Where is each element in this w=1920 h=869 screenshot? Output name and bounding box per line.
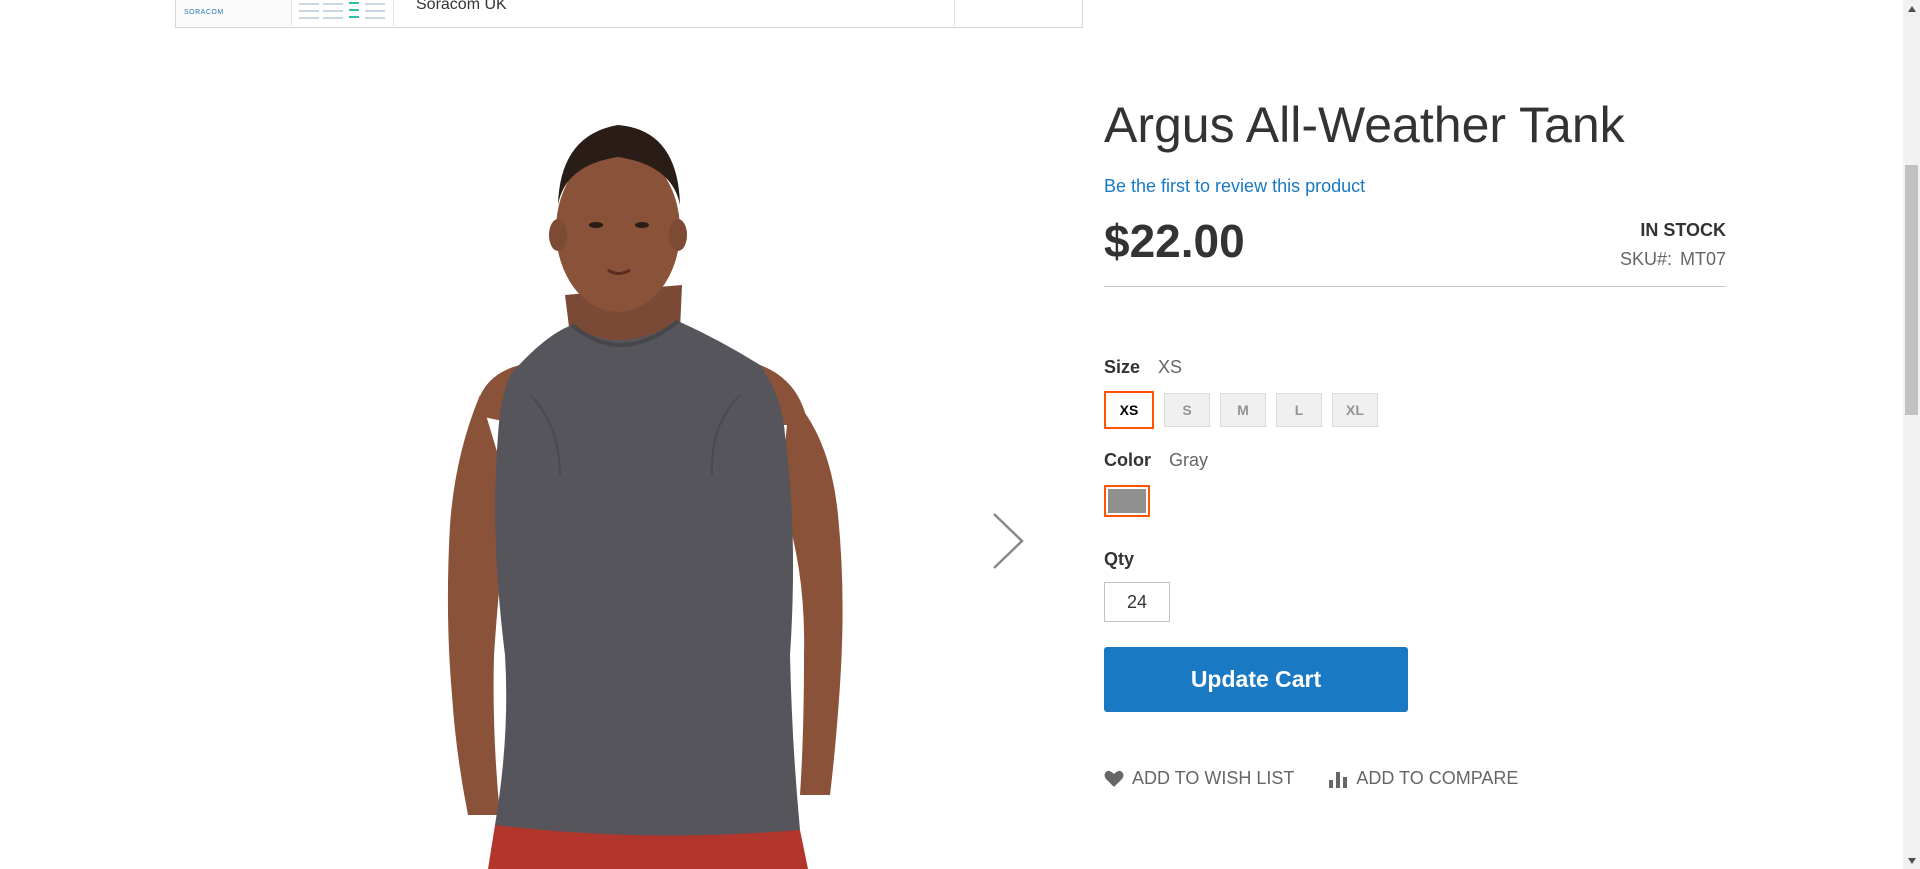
scrollbar-thumb[interactable] bbox=[1905, 165, 1918, 415]
ad-logo-box: SORACOM bbox=[176, 0, 292, 26]
color-label: Color Gray bbox=[1104, 450, 1208, 471]
heart-icon bbox=[1104, 770, 1124, 787]
stock-status: In stock bbox=[1640, 220, 1726, 240]
size-label-text: Size bbox=[1104, 357, 1141, 377]
color-options bbox=[1104, 485, 1150, 517]
qty-input[interactable] bbox=[1104, 582, 1170, 622]
add-to-wishlist-link[interactable]: Add to Wish List bbox=[1104, 768, 1294, 789]
sku: SKU#: MT07 bbox=[1620, 249, 1726, 270]
size-label: Size XS bbox=[1104, 357, 1182, 378]
size-option-l[interactable]: L bbox=[1276, 393, 1322, 427]
size-option-xl[interactable]: XL bbox=[1332, 393, 1378, 427]
color-option-gray[interactable] bbox=[1104, 485, 1150, 517]
product-price: $22.00 bbox=[1104, 215, 1245, 267]
divider bbox=[1104, 286, 1726, 287]
ad-banner[interactable]: SORACOM Soracom UK bbox=[175, 0, 1083, 28]
ad-thumbnail bbox=[293, 0, 394, 26]
product-title: Argus All-Weather Tank bbox=[1104, 97, 1625, 153]
page-scrollbar[interactable] bbox=[1903, 0, 1920, 869]
compare-label: Add to Compare bbox=[1356, 768, 1519, 788]
sku-label: SKU#: bbox=[1619, 249, 1672, 269]
review-link[interactable]: Be the first to review this product bbox=[1104, 176, 1365, 197]
qty-label: Qty bbox=[1104, 549, 1135, 569]
size-option-xs[interactable]: XS bbox=[1104, 391, 1154, 429]
color-swatch-fill bbox=[1108, 489, 1146, 513]
size-option-s[interactable]: S bbox=[1164, 393, 1210, 427]
color-label-text: Color bbox=[1104, 450, 1151, 470]
wishlist-label: Add to Wish List bbox=[1132, 768, 1295, 788]
ad-logo: SORACOM bbox=[184, 9, 224, 16]
scroll-down-arrow-icon[interactable] bbox=[1903, 852, 1920, 869]
add-to-compare-link[interactable]: Add to Compare bbox=[1328, 768, 1518, 789]
scroll-up-arrow-icon[interactable] bbox=[1903, 0, 1920, 17]
bar-chart-icon bbox=[1329, 771, 1348, 788]
chevron-right-icon bbox=[993, 513, 1024, 569]
product-actions: Add to Wish List Add to Compare bbox=[1104, 768, 1518, 789]
product-image[interactable] bbox=[360, 95, 920, 869]
size-option-m[interactable]: M bbox=[1220, 393, 1266, 427]
sku-value: MT07 bbox=[1679, 249, 1726, 269]
update-cart-button[interactable]: Update Cart bbox=[1104, 647, 1408, 712]
size-options: XS S M L XL bbox=[1104, 391, 1378, 429]
ad-divider bbox=[954, 0, 955, 26]
color-selected-value: Gray bbox=[1169, 450, 1209, 470]
ad-title[interactable]: Soracom UK bbox=[416, 0, 507, 13]
next-image-button[interactable] bbox=[988, 510, 1028, 572]
size-selected-value: XS bbox=[1158, 357, 1183, 377]
